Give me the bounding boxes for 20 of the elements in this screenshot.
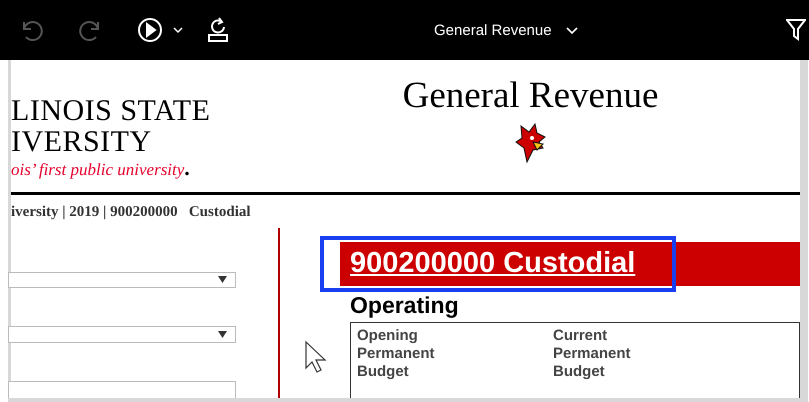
tagline-period: . xyxy=(184,159,190,176)
filter-icon[interactable] xyxy=(786,17,806,43)
dropdown-field[interactable] xyxy=(8,272,236,288)
column-header: Current Permanent Budget xyxy=(553,326,632,382)
section-heading: Operating xyxy=(350,292,460,318)
refresh-icon[interactable] xyxy=(206,16,230,44)
chevron-down-icon xyxy=(566,27,578,36)
tagline: ois’ first public university xyxy=(11,159,184,181)
breadcrumb: iversity | 2019 | 900200000 Custodial xyxy=(11,203,252,222)
university-name: LINOIS STATE xyxy=(11,95,212,126)
mouse-cursor-icon xyxy=(304,340,328,374)
caret-icon xyxy=(218,276,227,284)
caret-icon xyxy=(218,331,227,338)
report-title-dropdown[interactable]: General Revenue xyxy=(434,20,578,42)
dropdown-field[interactable] xyxy=(8,326,236,344)
dropdown-field[interactable] xyxy=(8,381,236,398)
play-menu-icon[interactable] xyxy=(137,16,185,44)
column-header: Opening Permanent Budget xyxy=(357,326,436,382)
report-title: General Revenue xyxy=(402,76,658,116)
university-name: IVERSITY xyxy=(11,126,153,157)
